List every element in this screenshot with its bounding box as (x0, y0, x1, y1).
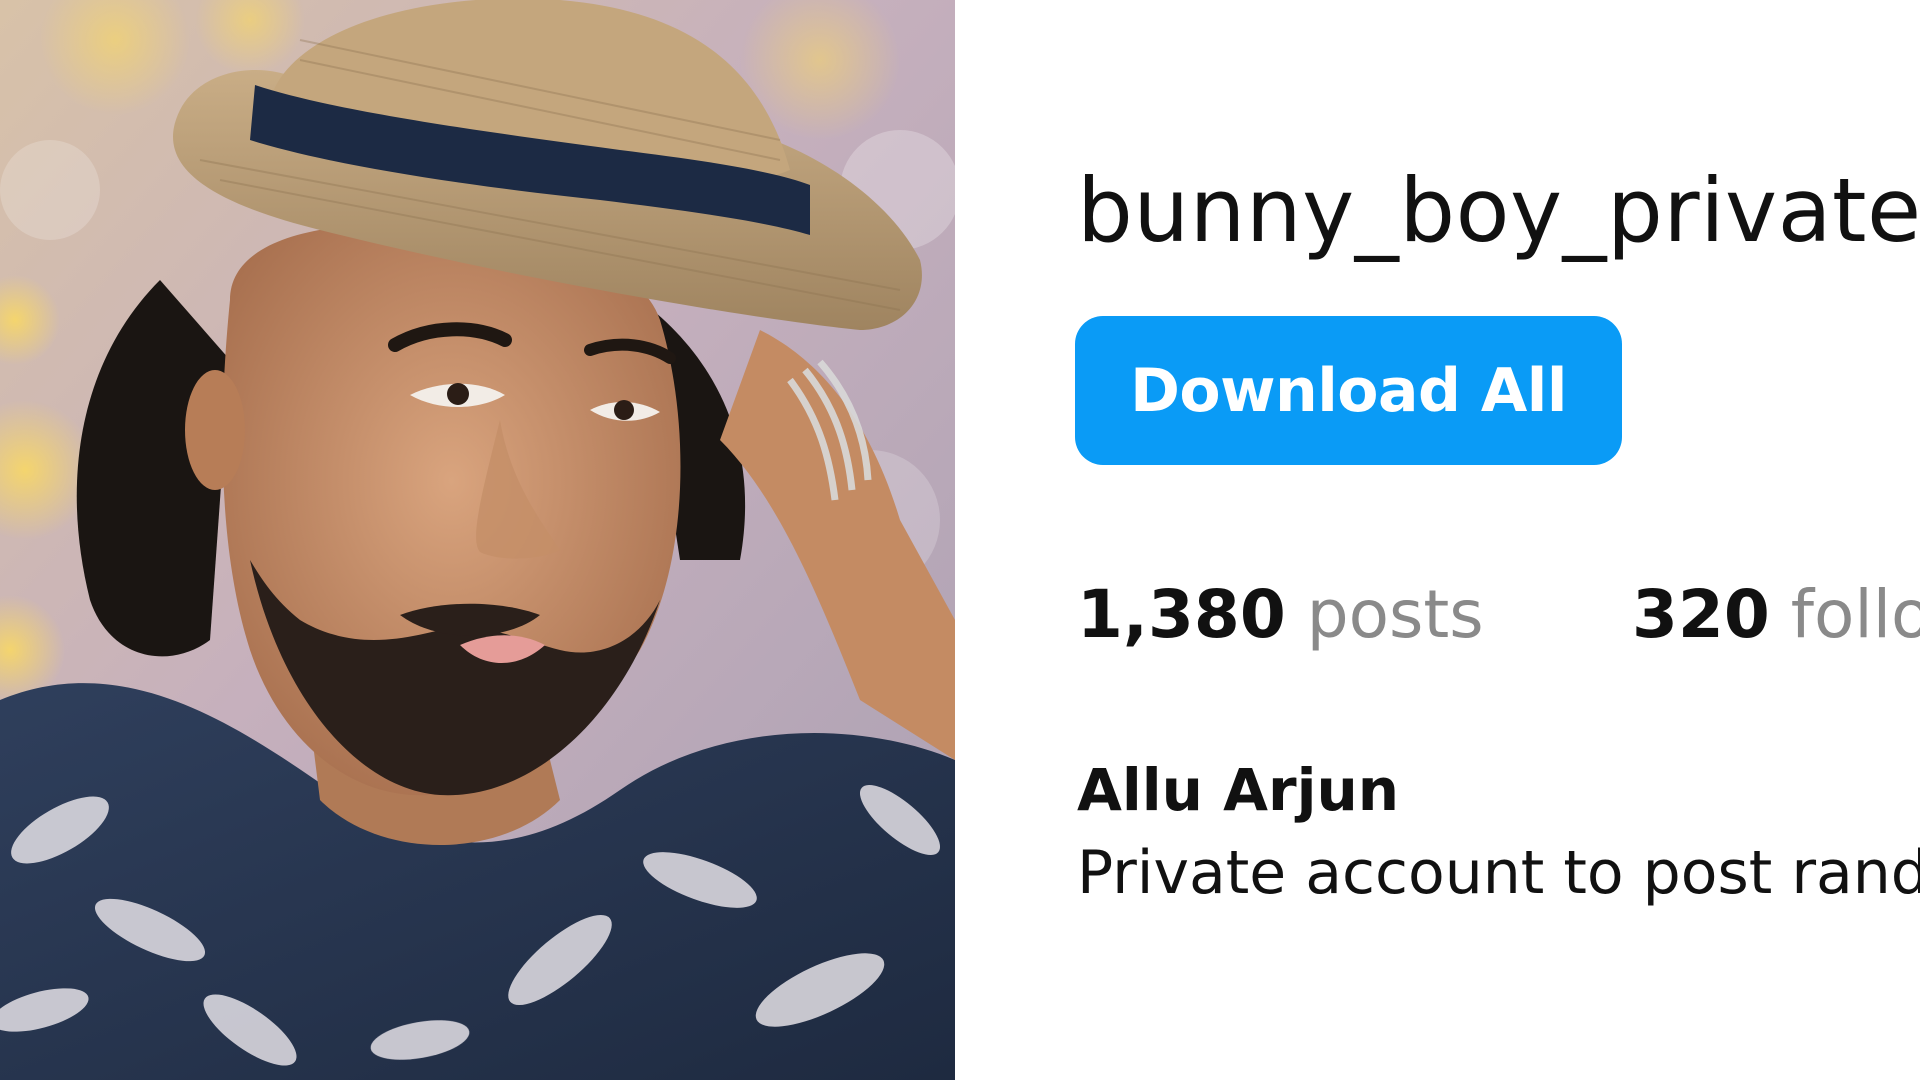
profile-bio: Private account to post rando (1077, 838, 1920, 908)
followers-count: 320 (1632, 576, 1770, 653)
profile-info-panel: bunny_boy_private Download All 1,380 pos… (955, 0, 1920, 1080)
profile-photo (0, 0, 955, 1080)
posts-label: posts (1306, 576, 1484, 653)
profile-page: bunny_boy_private Download All 1,380 pos… (0, 0, 1920, 1080)
posts-stat[interactable]: 1,380 posts (1077, 570, 1484, 660)
profile-username: bunny_boy_private (1077, 159, 1920, 262)
followers-label: follo (1790, 576, 1920, 653)
profile-photo-illustration (0, 0, 955, 1080)
followers-stat[interactable]: 320 follo (1632, 570, 1920, 660)
download-all-button[interactable]: Download All (1075, 316, 1622, 465)
posts-count: 1,380 (1077, 576, 1286, 653)
profile-full-name: Allu Arjun (1077, 756, 1400, 824)
